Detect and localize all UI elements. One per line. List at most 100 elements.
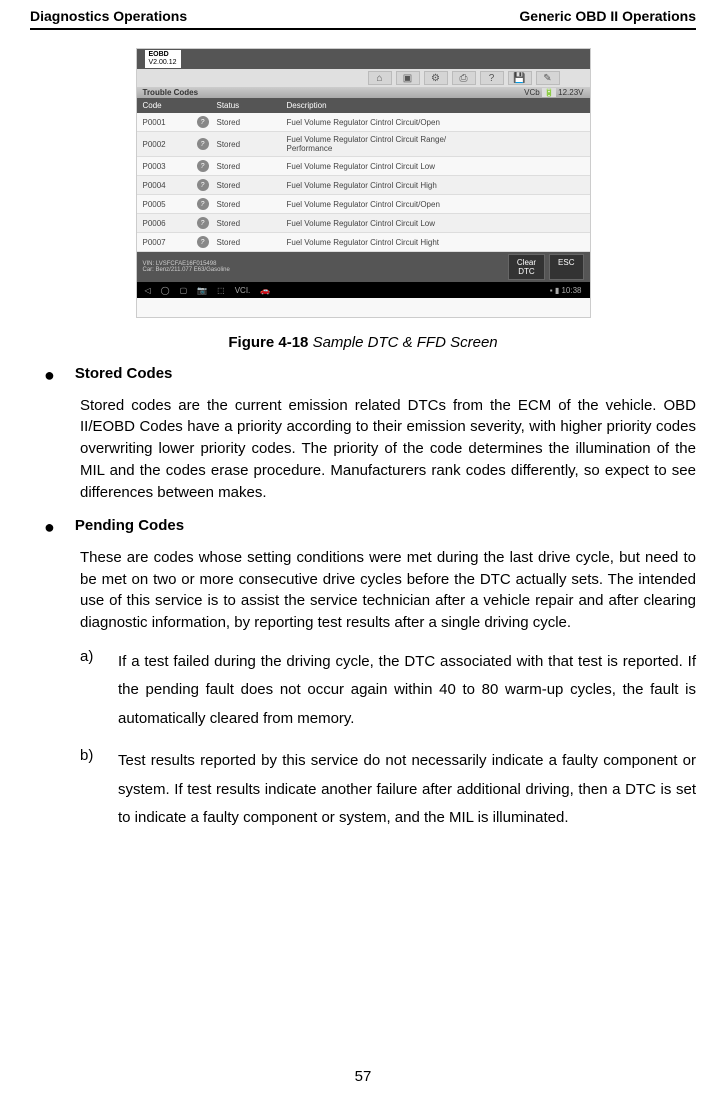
page-number: 57 [30, 1068, 696, 1085]
dtc-status: Stored [217, 162, 287, 171]
dtc-status: Stored [217, 118, 287, 127]
trouble-codes-header: Trouble Codes VCb 🔋 12.23V [137, 87, 590, 98]
table-row[interactable]: P0002? StoredFuel Volume Regulator Cintro… [137, 132, 590, 157]
info-icon-cell[interactable]: ? [197, 116, 217, 128]
clear-dtc-button[interactable]: Clear DTC [508, 254, 545, 280]
app-window-bar: EOBD V2.00.12 [137, 49, 590, 69]
dtc-description: Fuel Volume Regulator Cintrol Circuit/Op… [287, 200, 590, 209]
dtc-table-header: Code Status Description [137, 98, 590, 113]
dtc-code: P0001 [137, 118, 197, 127]
esc-button[interactable]: ESC [549, 254, 583, 280]
info-icon[interactable]: ? [197, 236, 209, 248]
pending-item-b: b) Test results reported by this service… [80, 747, 696, 833]
pending-codes-body: These are codes whose setting conditions… [80, 547, 696, 634]
app-footer: VIN: LVSFCFAE16F015498 Car: Benz/211.077… [137, 252, 590, 282]
dtc-description: Fuel Volume Regulator Cintrol Circuit Hi… [287, 181, 590, 190]
edit-icon[interactable]: ✎ [536, 71, 560, 85]
header-left: Diagnostics Operations [30, 8, 187, 24]
android-home-icon[interactable]: ◯ [161, 286, 170, 295]
info-icon[interactable]: ? [197, 116, 209, 128]
home-icon[interactable]: ⌂ [368, 71, 392, 85]
vci-icon: VCI. [235, 286, 251, 295]
table-row[interactable]: P0001? StoredFuel Volume Regulator Cintro… [137, 113, 590, 132]
dtc-description: Fuel Volume Regulator Cintrol Circuit Lo… [287, 219, 590, 228]
list-marker-b: b) [80, 747, 118, 833]
stored-codes-bullet: ● Stored Codes [44, 365, 696, 387]
app-title: EOBD V2.00.12 [145, 50, 181, 67]
list-marker-a: a) [80, 648, 118, 734]
dtc-code: P0004 [137, 181, 197, 190]
dtc-description: Fuel Volume Regulator Cintrol Circuit Hi… [287, 238, 590, 247]
app-toolbar: ⌂ ▣ ⚙ ⎙ ? 💾 ✎ [137, 69, 590, 87]
voltage-display: VCb 🔋 12.23V [524, 88, 583, 97]
dtc-code: P0005 [137, 200, 197, 209]
dtc-status: Stored [217, 200, 287, 209]
info-icon-cell[interactable]: ? [197, 179, 217, 191]
dtc-status: Stored [217, 219, 287, 228]
col-status-header: Status [217, 101, 287, 110]
bullet-icon: ● [44, 517, 55, 539]
app-version: V2.00.12 [149, 59, 177, 67]
bullet-icon: ● [44, 365, 55, 387]
app-screenshot: EOBD V2.00.12 ⌂ ▣ ⚙ ⎙ ? 💾 ✎ Trouble Code… [136, 48, 591, 318]
android-camera-icon[interactable]: 📷 [197, 286, 207, 295]
app-name: EOBD [149, 51, 177, 59]
table-row[interactable]: P0006? StoredFuel Volume Regulator Cintro… [137, 214, 590, 233]
dtc-code: P0002 [137, 140, 197, 149]
back-icon[interactable]: ▣ [396, 71, 420, 85]
save-icon[interactable]: 💾 [508, 71, 532, 85]
dtc-status: Stored [217, 140, 287, 149]
header-divider [30, 28, 696, 30]
dtc-code: P0006 [137, 219, 197, 228]
info-icon-cell[interactable]: ? [197, 138, 217, 150]
pending-item-a-text: If a test failed during the driving cycl… [118, 648, 696, 734]
android-nav-bar: ◁ ◯ ▢ 📷 ⬚ VCI. 🚗 ▪ ▮ 10:38 [137, 282, 590, 298]
dtc-description: Fuel Volume Regulator Cintrol Circuit/Op… [287, 118, 590, 127]
col-desc-header: Description [287, 101, 590, 110]
pending-codes-bullet: ● Pending Codes [44, 517, 696, 539]
print-icon[interactable]: ⎙ [452, 71, 476, 85]
info-icon-cell[interactable]: ? [197, 198, 217, 210]
table-row[interactable]: P0004? StoredFuel Volume Regulator Cintro… [137, 176, 590, 195]
info-icon-cell[interactable]: ? [197, 160, 217, 172]
dtc-code: P0007 [137, 238, 197, 247]
dtc-table-body: P0001?StoredFuel Volume Regulator Cintro… [137, 113, 590, 252]
stored-codes-heading: Stored Codes [75, 365, 173, 387]
table-row[interactable]: P0007? StoredFuel Volume Regulator Cintro… [137, 233, 590, 252]
pending-codes-heading: Pending Codes [75, 517, 184, 539]
figure-title: Sample DTC & FFD Screen [313, 334, 498, 351]
android-nav-icons: ◁ ◯ ▢ 📷 ⬚ VCI. 🚗 [145, 286, 271, 295]
android-time: ▪ ▮ 10:38 [550, 286, 582, 295]
pending-item-b-text: Test results reported by this service do… [118, 747, 696, 833]
table-row[interactable]: P0005? StoredFuel Volume Regulator Cintro… [137, 195, 590, 214]
help-icon[interactable]: ? [480, 71, 504, 85]
info-icon[interactable]: ? [197, 198, 209, 210]
dtc-code: P0003 [137, 162, 197, 171]
page-header: Diagnostics Operations Generic OBD II Op… [30, 8, 696, 24]
info-icon-cell[interactable]: ? [197, 217, 217, 229]
dtc-description: Fuel Volume Regulator Cintrol Circuit Lo… [287, 162, 590, 171]
figure-caption: Figure 4-18 Sample DTC & FFD Screen [30, 334, 696, 351]
trouble-title: Trouble Codes [143, 88, 199, 97]
info-icon[interactable]: ? [197, 179, 209, 191]
car-icon[interactable]: 🚗 [260, 286, 270, 295]
table-row[interactable]: P0003? StoredFuel Volume Regulator Cintro… [137, 157, 590, 176]
col-code-header: Code [137, 101, 197, 110]
dtc-status: Stored [217, 181, 287, 190]
info-icon[interactable]: ? [197, 217, 209, 229]
info-icon[interactable]: ? [197, 160, 209, 172]
vehicle-info: VIN: LVSFCFAE16F015498 Car: Benz/211.077… [143, 261, 230, 273]
info-icon-cell[interactable]: ? [197, 236, 217, 248]
android-recent-icon[interactable]: ▢ [180, 286, 188, 295]
header-right: Generic OBD II Operations [519, 8, 696, 24]
dtc-status: Stored [217, 238, 287, 247]
info-icon[interactable]: ? [197, 138, 209, 150]
pending-item-a: a) If a test failed during the driving c… [80, 648, 696, 734]
stored-codes-body: Stored codes are the current emission re… [80, 395, 696, 504]
figure-label: Figure 4-18 [228, 334, 308, 351]
android-back-icon[interactable]: ◁ [145, 286, 151, 295]
footer-button-group: Clear DTC ESC [508, 254, 584, 280]
dtc-description: Fuel Volume Regulator Cintrol Circuit Ra… [287, 135, 590, 153]
android-app-icon[interactable]: ⬚ [217, 286, 225, 295]
settings-icon[interactable]: ⚙ [424, 71, 448, 85]
